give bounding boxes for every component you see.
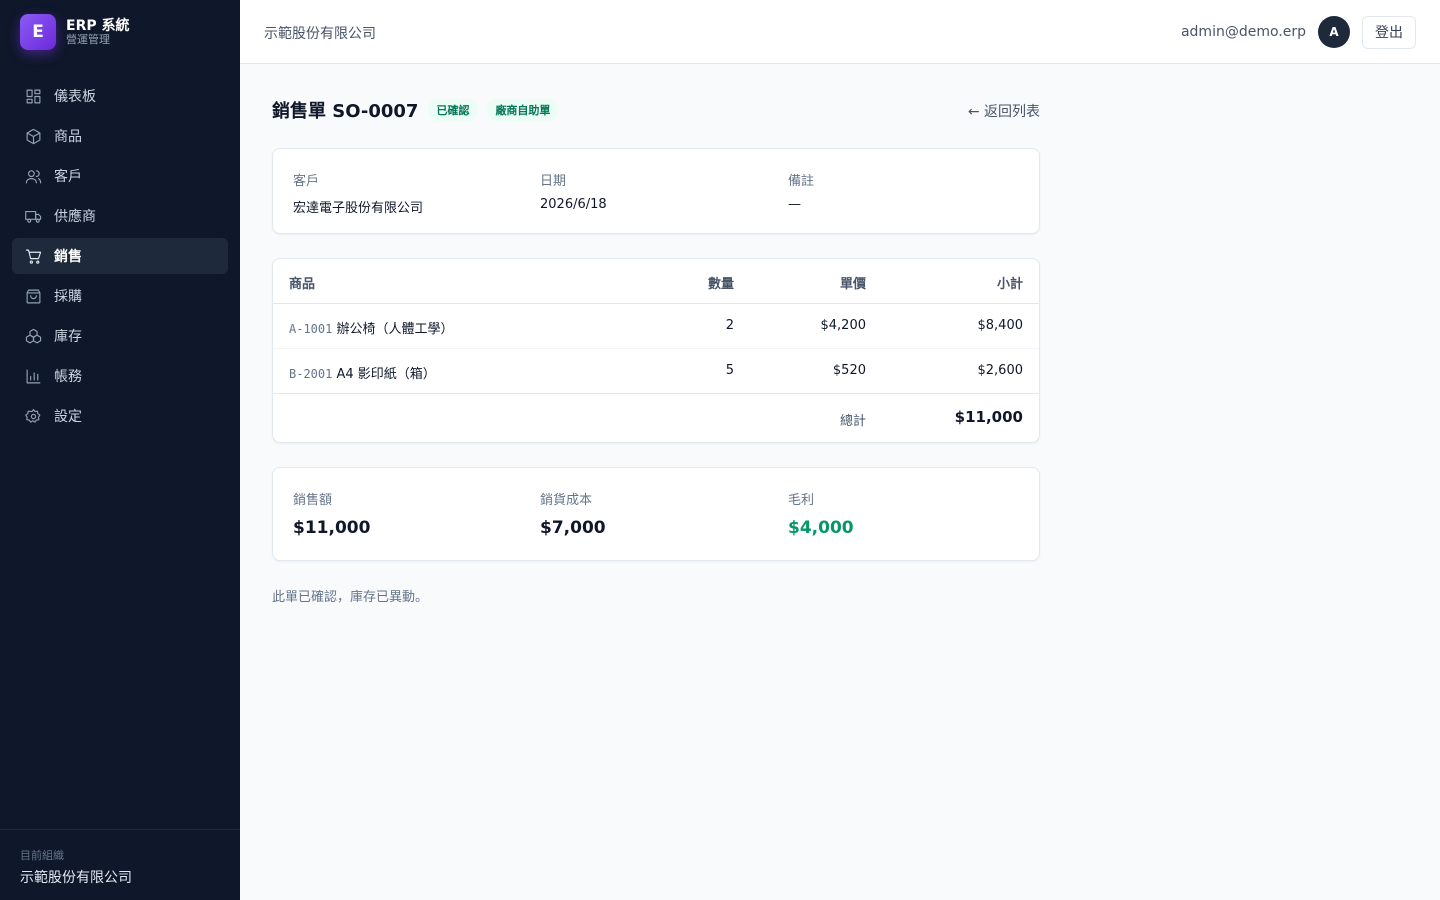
brand-subtitle: 營運管理	[66, 32, 110, 46]
page-title: 銷售單 SO-0007	[272, 101, 419, 122]
user-email: admin@demo.erp	[1180, 24, 1306, 40]
cost-stat: 銷貨成本 $7,000	[540, 489, 606, 538]
sidebar-item-label: 帳務	[54, 369, 82, 385]
total-label: 總計	[839, 414, 866, 429]
brand-text: ERP 系統 營運管理	[66, 18, 129, 47]
users-icon	[24, 167, 42, 185]
price-cell: $4,200	[820, 318, 867, 333]
product-name: 辦公椅（人體工學）	[336, 322, 454, 337]
customer-label: 客戶	[293, 174, 320, 189]
shopping-bag-icon	[24, 287, 42, 305]
logout-button[interactable]: 登出	[1362, 15, 1416, 49]
sidebar-item-label: 儀表板	[54, 89, 96, 105]
sidebar-item-purchasing[interactable]: 採購	[12, 278, 228, 314]
brand[interactable]: E ERP 系統 營運管理	[20, 14, 129, 50]
sales-value: $11,000	[293, 518, 371, 538]
avatar[interactable]: A	[1318, 16, 1350, 48]
sidebar-item-label: 設定	[54, 409, 82, 425]
order-items-table: 商品 數量 單價 小計 A-1001 辦公椅（人體工學） 2 $4,200 $8…	[272, 258, 1040, 443]
sidebar-item-label: 庫存	[54, 329, 82, 345]
date-field: 日期 2026/6/18	[540, 170, 607, 212]
sidebar-item-accounting[interactable]: 帳務	[12, 358, 228, 394]
org-name: 示範股份有限公司	[20, 870, 132, 886]
profit-value: $4,000	[788, 518, 854, 538]
company-name: 示範股份有限公司	[264, 26, 376, 42]
product-name: A4 影印紙（箱）	[336, 367, 436, 382]
boxes-icon	[24, 327, 42, 345]
sidebar-nav: 儀表板 商品 客戶 供應商 銷售 採購 庫存 帳務 設定	[12, 78, 228, 438]
profit-label: 毛利	[788, 493, 815, 508]
table-row: A-1001 辦公椅（人體工學） 2 $4,200 $8,400	[273, 304, 1039, 349]
sidebar-item-customers[interactable]: 客戶	[12, 158, 228, 194]
back-to-list-link[interactable]: ← 返回列表	[968, 101, 1040, 121]
note-field: 備註 —	[788, 170, 814, 212]
sidebar-item-sales[interactable]: 銷售	[12, 238, 228, 274]
sidebar-item-label: 採購	[54, 289, 82, 305]
sales-stat: 銷售額 $11,000	[293, 489, 370, 538]
sidebar-item-inventory[interactable]: 庫存	[12, 318, 228, 354]
sidebar-item-settings[interactable]: 設定	[12, 398, 228, 434]
dashboard-icon	[24, 87, 42, 105]
sidebar-item-label: 商品	[54, 129, 82, 145]
org-label: 目前組織	[20, 849, 64, 862]
sidebar: E ERP 系統 營運管理 儀表板 商品 客戶 供應商 銷售 採購 庫存 帳務 …	[0, 0, 240, 900]
sidebar-item-label: 銷售	[54, 249, 82, 265]
box-icon	[24, 127, 42, 145]
status-note: 此單已確認，庫存已異動。	[272, 590, 429, 605]
cart-icon	[24, 247, 42, 265]
product-cell: B-2001 A4 影印紙（箱）	[289, 363, 436, 382]
brand-logo: E	[20, 14, 56, 50]
brand-title: ERP 系統	[66, 17, 130, 34]
page-header: 銷售單 SO-0007 已確認 廠商自助單 ← 返回列表	[272, 98, 1040, 122]
sidebar-item-label: 供應商	[54, 209, 96, 225]
product-sku: B-2001	[289, 367, 333, 381]
topbar: 示範股份有限公司 admin@demo.erp A 登出	[240, 0, 1440, 64]
price-cell: $520	[832, 363, 866, 378]
sidebar-item-dashboard[interactable]: 儀表板	[12, 78, 228, 114]
total-row: 總計 $11,000	[273, 394, 1039, 443]
product-cell: A-1001 辦公椅（人體工學）	[289, 318, 454, 337]
date-label: 日期	[540, 174, 567, 189]
date-value: 2026/6/18	[540, 197, 607, 212]
total-value: $11,000	[954, 408, 1023, 426]
sidebar-item-suppliers[interactable]: 供應商	[12, 198, 228, 234]
note-label: 備註	[788, 174, 815, 189]
header-price: 單價	[839, 277, 866, 292]
product-sku: A-1001	[289, 322, 333, 336]
qty-cell: 2	[725, 318, 734, 333]
profit-summary-card: 銷售額 $11,000 銷貨成本 $7,000 毛利 $4,000	[272, 467, 1040, 561]
cost-value: $7,000	[540, 518, 606, 538]
subtotal-cell: $8,400	[977, 318, 1024, 333]
status-badge: 已確認	[428, 99, 478, 121]
source-badge: 廠商自助單	[487, 99, 559, 121]
sidebar-footer: 目前組織 示範股份有限公司	[0, 829, 240, 900]
qty-cell: 5	[725, 363, 734, 378]
order-info-card: 客戶 宏達電子股份有限公司 日期 2026/6/18 備註 —	[272, 148, 1040, 234]
sidebar-item-label: 客戶	[54, 169, 82, 185]
header-subtotal: 小計	[996, 277, 1023, 292]
header-qty: 數量	[707, 277, 734, 292]
customer-value: 宏達電子股份有限公司	[293, 201, 424, 216]
bar-chart-icon	[24, 367, 42, 385]
sales-label: 銷售額	[293, 493, 333, 508]
cost-label: 銷貨成本	[540, 493, 593, 508]
table-header: 商品 數量 單價 小計	[273, 259, 1039, 304]
subtotal-cell: $2,600	[977, 363, 1024, 378]
profit-stat: 毛利 $4,000	[788, 489, 854, 538]
sidebar-item-products[interactable]: 商品	[12, 118, 228, 154]
customer-field: 客戶 宏達電子股份有限公司	[293, 170, 423, 216]
truck-icon	[24, 207, 42, 225]
note-value: —	[788, 197, 801, 212]
gear-icon	[24, 407, 42, 425]
header-product: 商品	[289, 277, 316, 292]
table-row: B-2001 A4 影印紙（箱） 5 $520 $2,600	[273, 349, 1039, 394]
user-area: admin@demo.erp A 登出	[1180, 15, 1416, 49]
